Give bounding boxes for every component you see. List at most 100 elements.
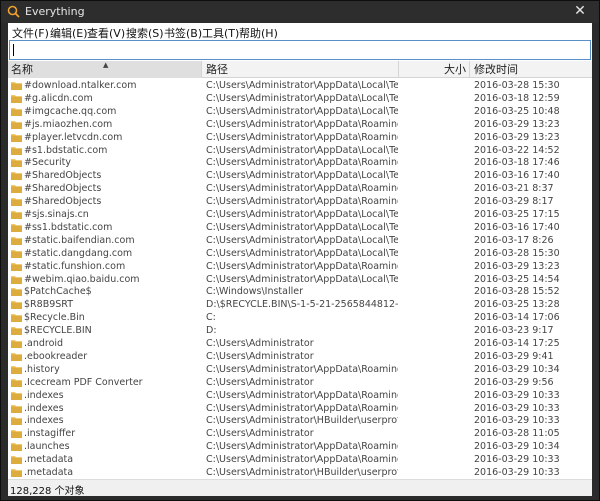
row-path: C:\Users\Administrator\AppData\Roaming\M…	[206, 260, 398, 272]
table-row[interactable]: .android C:\Users\Administrator 2016-03-14…	[8, 337, 592, 350]
table-row[interactable]: #SharedObjects C:\Users\Administrator\App…	[8, 182, 592, 195]
client-area: 文件(F) 编辑(E) 查看(V) 搜索(S) 书签(B) 工具(T) 帮助(H…	[8, 23, 592, 496]
column-header-modified[interactable]: 修改时间	[471, 61, 592, 78]
row-modified: 2016-03-29 10:33	[474, 402, 560, 414]
row-name: $PatchCache$	[24, 286, 92, 298]
row-path: C:\Users\Administrator	[206, 350, 314, 362]
folder-icon	[11, 249, 22, 258]
results-list[interactable]: #download.ntalker.com C:\Users\Administra…	[8, 79, 592, 479]
menu-search[interactable]: 搜索(S)	[126, 25, 164, 41]
folder-icon	[11, 365, 22, 374]
table-row[interactable]: $RECYCLE.BIN D: 2016-03-23 9:17	[8, 324, 592, 337]
row-path: C:	[206, 312, 216, 324]
folder-icon	[11, 133, 22, 142]
row-path: C:\Users\Administrator\AppData\Roaming\T…	[206, 196, 398, 208]
table-row[interactable]: #js.miaozhen.com C:\Users\Administrator\A…	[8, 118, 592, 131]
row-name: .indexes	[24, 402, 64, 414]
status-bar: 128,228 个对象	[8, 479, 592, 496]
menu-view[interactable]: 查看(V)	[87, 25, 125, 41]
folder-icon	[11, 95, 22, 103]
column-header-size[interactable]: 大小	[400, 61, 470, 78]
table-row[interactable]: #g.alicdn.com C:\Users\Administrator\AppD…	[8, 92, 592, 105]
row-path: C:\Users\Administrator\AppData\Local\Ten…	[206, 273, 398, 285]
table-row[interactable]: #player.letvcdn.com C:\Users\Administrato…	[8, 131, 592, 144]
row-name: #js.miaozhen.com	[24, 118, 113, 130]
row-path: C:\Users\Administrator\AppData\Roaming\M…	[206, 183, 398, 195]
row-path: C:\Users\Administrator\AppData\Roaming\H…	[206, 402, 398, 414]
row-name: #sjs.sinajs.cn	[24, 209, 89, 220]
title-bar: Everything ✕	[1, 1, 599, 23]
table-row[interactable]: $R8B9SRT D:\$RECYCLE.BIN\S-1-5-21-2565844…	[8, 298, 592, 311]
row-modified: 2016-03-25 17:15	[474, 209, 560, 220]
table-row[interactable]: #sjs.sinajs.cn C:\Users\Administrator\App…	[8, 208, 592, 221]
menu-tools[interactable]: 工具(T)	[202, 25, 239, 41]
table-row[interactable]: .history C:\Users\Administrator\AppData\R…	[8, 363, 592, 376]
folder-icon	[11, 340, 22, 348]
table-row[interactable]: .metadata C:\Users\Administrator\HBuilder…	[8, 466, 592, 479]
table-row[interactable]: .metadata C:\Users\Administrator\AppData\…	[8, 453, 592, 466]
row-name: #SharedObjects	[24, 196, 102, 208]
table-row[interactable]: $PatchCache$ C:\Windows\Installer 2016-03-…	[8, 285, 592, 298]
row-modified: 2016-03-18 12:59	[474, 92, 560, 104]
row-path: C:\Users\Administrator\AppData\Roaming\M…	[206, 157, 398, 169]
row-name: #s1.bdstatic.com	[24, 144, 108, 156]
table-row[interactable]: $Recycle.Bin C: 2016-03-14 17:06	[8, 311, 592, 324]
row-name: $R8B9SRT	[24, 299, 73, 311]
table-row[interactable]: #imgcache.qq.com C:\Users\Administrator\A…	[8, 105, 592, 118]
table-row[interactable]: .instagiffer C:\Users\Administrator 2016-0…	[8, 427, 592, 440]
folder-icon	[11, 262, 22, 271]
row-path: C:\Users\Administrator\AppData\Roaming\H…	[206, 363, 398, 375]
folder-icon	[11, 275, 22, 284]
row-name: .ebookreader	[24, 350, 88, 362]
table-row[interactable]: #static.funshion.com C:\Users\Administrat…	[8, 260, 592, 273]
menu-bookmarks[interactable]: 书签(B)	[164, 25, 202, 41]
table-row[interactable]: .indexes C:\Users\Administrator\AppData\R…	[8, 389, 592, 402]
row-modified: 2016-03-29 10:33	[474, 467, 560, 478]
table-row[interactable]: #download.ntalker.com C:\Users\Administra…	[8, 79, 592, 92]
row-path: C:\Users\Administrator\AppData\Local\Ten…	[206, 144, 398, 156]
row-path: C:\Users\Administrator\AppData\Local\Ten…	[206, 221, 398, 233]
table-row[interactable]: #ss1.bdstatic.com C:\Users\Administrator\…	[8, 221, 592, 234]
row-modified: 2016-03-29 9:41	[474, 350, 554, 362]
row-modified: 2016-03-22 14:52	[474, 144, 560, 156]
row-name: $RECYCLE.BIN	[24, 325, 92, 337]
row-name: #player.letvcdn.com	[24, 131, 123, 143]
row-name: #g.alicdn.com	[24, 92, 93, 104]
table-row[interactable]: #SharedObjects C:\Users\Administrator\App…	[8, 169, 592, 182]
table-row[interactable]: .indexes C:\Users\Administrator\AppData\R…	[8, 402, 592, 415]
table-row[interactable]: .Icecream PDF Converter C:\Users\Administ…	[8, 376, 592, 389]
table-row[interactable]: #s1.bdstatic.com C:\Users\Administrator\A…	[8, 144, 592, 157]
column-header-size-label: 大小	[444, 63, 466, 76]
search-input[interactable]	[10, 41, 590, 59]
row-modified: 2016-03-29 10:34	[474, 363, 560, 375]
table-row[interactable]: #static.baifendian.com C:\Users\Administr…	[8, 234, 592, 247]
menu-edit[interactable]: 编辑(E)	[50, 25, 88, 41]
folder-icon	[11, 107, 22, 116]
row-modified: 2016-03-16 17:40	[474, 170, 560, 182]
folder-icon	[11, 378, 22, 387]
column-header-name-label: 名称	[11, 63, 33, 76]
menu-file[interactable]: 文件(F)	[12, 25, 49, 41]
row-name: #static.funshion.com	[24, 260, 126, 272]
row-path: C:\Users\Administrator\AppData\Roaming\H…	[206, 389, 398, 401]
column-header-name[interactable]: 名称 ▲	[8, 61, 202, 78]
folder-icon	[11, 198, 22, 207]
table-row[interactable]: #SharedObjects C:\Users\Administrator\App…	[8, 195, 592, 208]
table-row[interactable]: #Security C:\Users\Administrator\AppData\…	[8, 156, 592, 169]
row-name: .indexes	[24, 389, 64, 401]
table-row[interactable]: #webim.qiao.baidu.com C:\Users\Administra…	[8, 273, 592, 286]
table-row[interactable]: .launches C:\Users\Administrator\AppData\…	[8, 440, 592, 453]
row-modified: 2016-03-29 13:23	[474, 118, 560, 130]
table-row[interactable]: #static.dangdang.com C:\Users\Administrat…	[8, 247, 592, 260]
table-row[interactable]: .indexes C:\Users\Administrator\HBuilder\…	[8, 414, 592, 427]
row-name: .android	[24, 338, 64, 349]
column-header-path[interactable]: 路径	[203, 61, 399, 78]
column-header-path-label: 路径	[206, 63, 228, 76]
table-row[interactable]: .ebookreader C:\Users\Administrator 2016-0…	[8, 350, 592, 363]
folder-icon	[11, 417, 22, 426]
row-name: #ss1.bdstatic.com	[24, 221, 113, 233]
row-modified: 2016-03-29 8:17	[474, 196, 554, 208]
menu-help[interactable]: 帮助(H)	[239, 25, 278, 41]
folder-icon	[11, 288, 22, 297]
close-button[interactable]: ✕	[567, 2, 593, 21]
